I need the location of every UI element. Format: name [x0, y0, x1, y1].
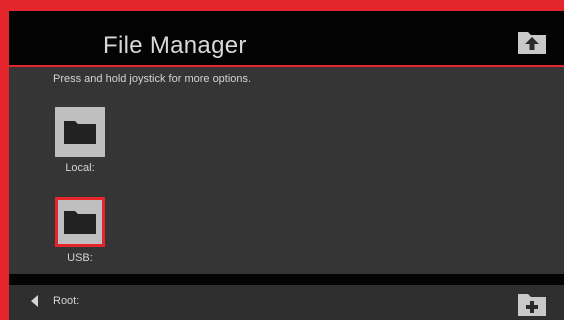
folder-icon: [64, 211, 96, 234]
folder-up-button[interactable]: [516, 28, 548, 56]
bottom-bar: Root:: [9, 274, 564, 320]
new-folder-button[interactable]: [516, 290, 548, 318]
folder-add-icon: [518, 294, 546, 316]
arrow-left-icon: [31, 295, 38, 307]
back-button[interactable]: [29, 294, 41, 308]
folder-icon: [64, 121, 96, 144]
hint-text: Press and hold joystick for more options…: [53, 73, 252, 85]
folder-item-local[interactable]: Local:: [50, 107, 110, 174]
folder-tile: [55, 107, 105, 157]
current-path: Root:: [53, 295, 80, 307]
folder-item-usb[interactable]: USB:: [50, 197, 110, 264]
folder-label: USB:: [67, 252, 93, 264]
title-bar: File Manager: [9, 11, 564, 67]
folder-label: Local:: [65, 162, 95, 174]
folder-tile-selected: [55, 197, 105, 247]
folder-up-icon: [518, 32, 546, 54]
file-manager-window: File Manager Press and hold joystick for…: [9, 11, 564, 320]
page-title: File Manager: [103, 32, 247, 59]
